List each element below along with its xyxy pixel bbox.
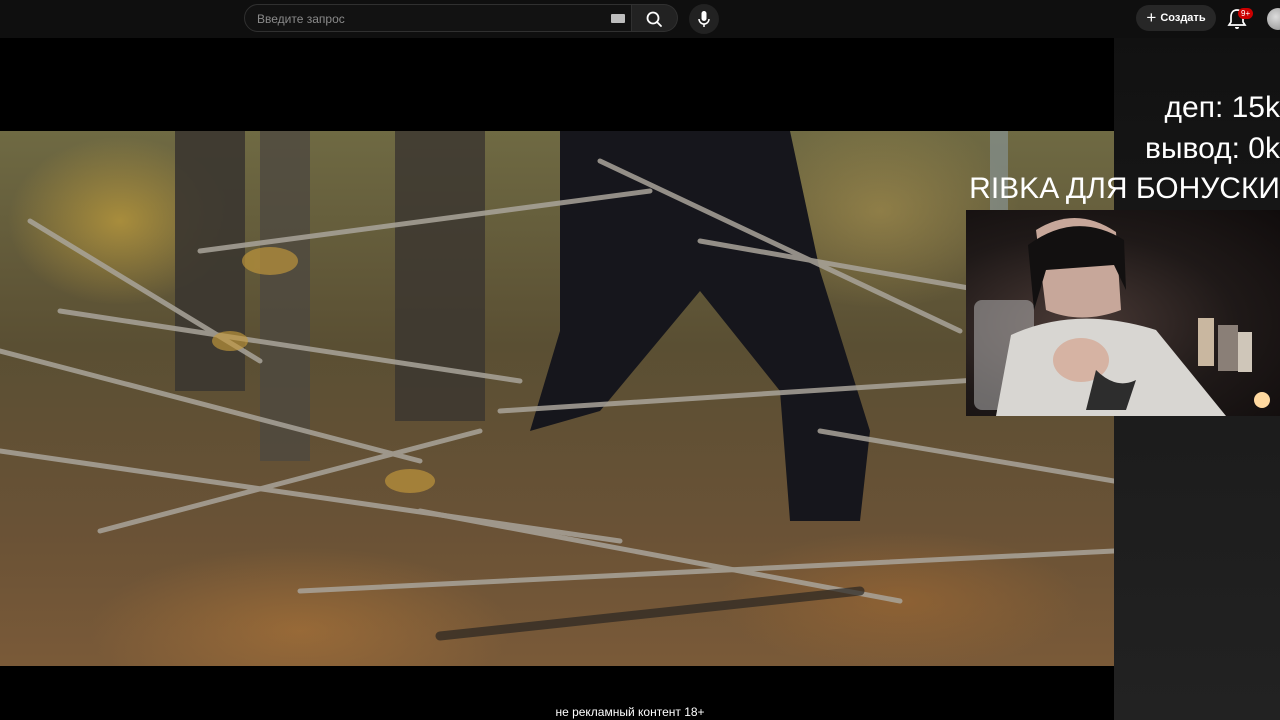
- mic-icon: [698, 11, 710, 27]
- avatar[interactable]: [1267, 8, 1280, 30]
- streamer-webcam: [966, 210, 1280, 416]
- notification-badge: 9+: [1238, 8, 1254, 19]
- search-box[interactable]: [244, 4, 632, 33]
- plus-icon: +: [1146, 7, 1157, 27]
- keyboard-icon[interactable]: [611, 14, 625, 23]
- deposit-overlay: деп: 15k: [1164, 91, 1280, 124]
- create-label: Создать: [1160, 12, 1206, 24]
- withdraw-overlay: вывод: 0k: [1145, 132, 1280, 165]
- search-button[interactable]: [632, 4, 678, 32]
- voice-search-button[interactable]: [689, 4, 719, 34]
- top-bar: + Создать 9+: [0, 0, 1280, 38]
- promo-overlay: RIBKA ДЛЯ БОНУСКИ: [969, 172, 1280, 205]
- search-input[interactable]: [255, 5, 599, 33]
- content-caption: не рекламный контент 18+: [555, 705, 705, 719]
- create-button[interactable]: + Создать: [1136, 5, 1216, 31]
- video-frame-image: [0, 131, 1114, 666]
- search-icon: [646, 11, 662, 27]
